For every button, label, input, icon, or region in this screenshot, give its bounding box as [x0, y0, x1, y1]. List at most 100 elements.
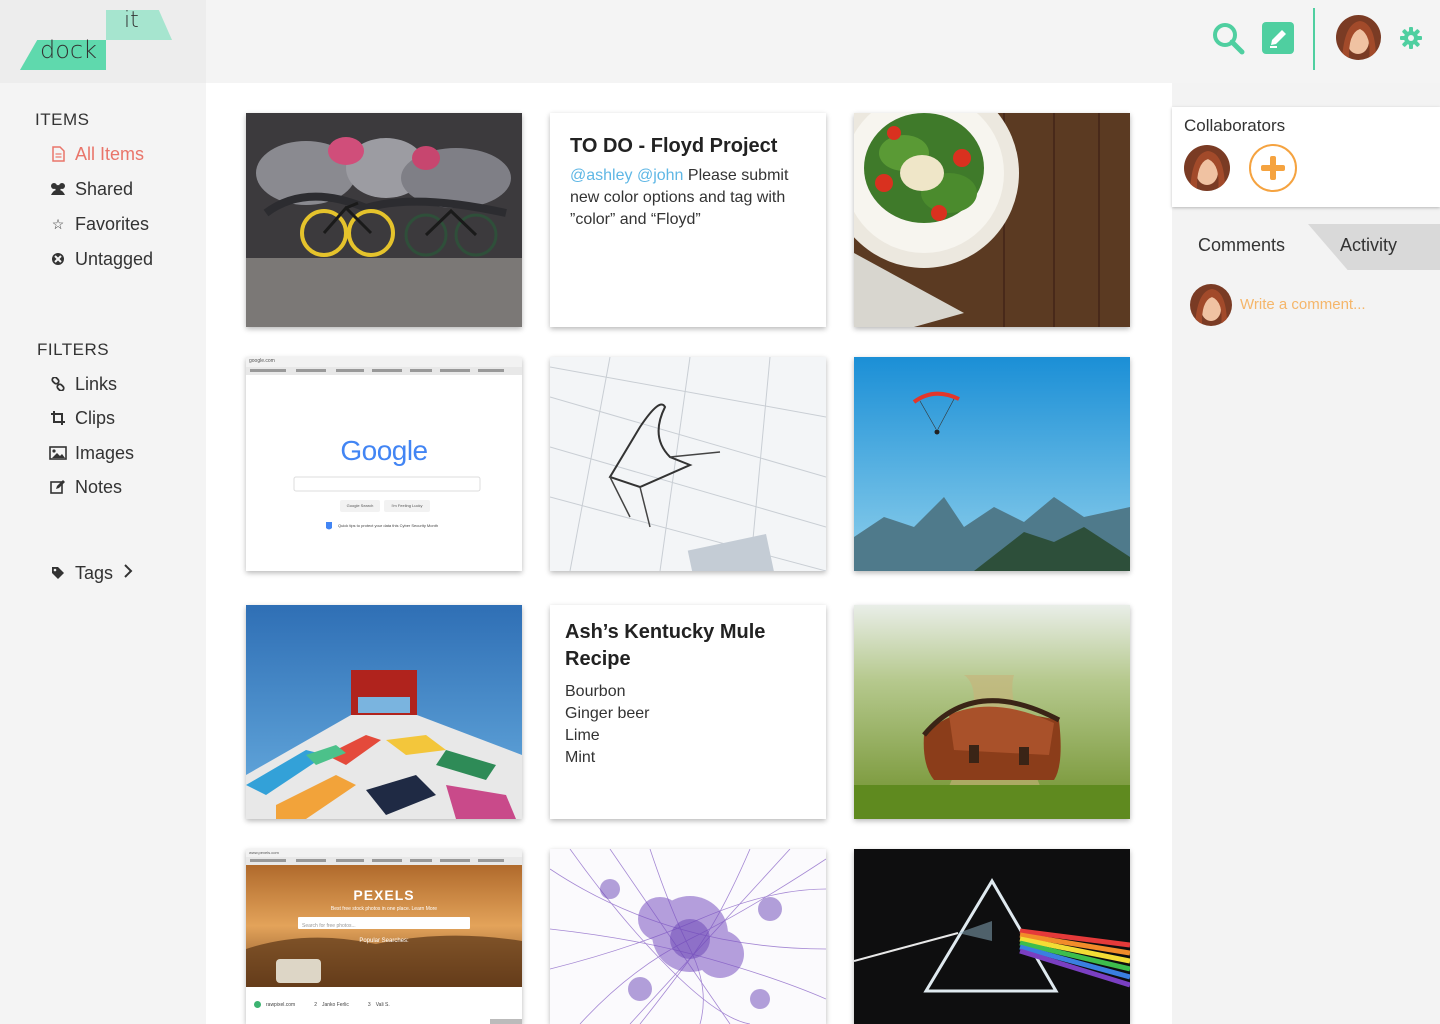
clip-url: www.pexels.com	[249, 850, 279, 855]
image-card-paraglider[interactable]	[854, 357, 1130, 571]
link-icon	[48, 377, 68, 391]
prism-image	[854, 849, 1130, 1024]
footer-text: Vali S.	[375, 1001, 390, 1008]
pexels-tagline: Best free stock photos in one place. Lea…	[246, 906, 522, 912]
image-card-graffiti[interactable]	[246, 113, 522, 327]
sidebar-item-label: Clips	[75, 407, 116, 428]
google-tip: Quick tips to protect your data this Cyb…	[338, 523, 439, 528]
sidebar-item-notes[interactable]: Notes	[48, 474, 122, 500]
google-logo: Google	[246, 435, 522, 467]
sidebar-item-images[interactable]: Images	[48, 440, 134, 466]
ingredient-item: Mint	[565, 749, 596, 766]
star-icon: ☆	[51, 215, 65, 232]
sidebar-item-tags[interactable]: Tags	[48, 560, 133, 586]
logo-text-it: it	[124, 8, 139, 33]
collaborator-avatar[interactable]	[1184, 145, 1230, 191]
sidebar-item-label: Favorites	[75, 213, 150, 234]
gear-icon[interactable]	[1399, 26, 1423, 50]
sidebar-item-label: Untagged	[75, 248, 154, 269]
pexels-tagline-text: Best free stock photos in one place.	[330, 906, 411, 912]
untagged-icon	[48, 252, 68, 266]
ingredient-item: Bourbon	[565, 683, 626, 700]
image-card-sketch[interactable]	[550, 357, 826, 571]
image-card-bag[interactable]	[854, 605, 1130, 819]
leather-bag-image	[854, 605, 1130, 819]
mention-link[interactable]: @john	[637, 167, 684, 184]
commenter-avatar	[1190, 284, 1232, 326]
add-collaborator-button[interactable]	[1249, 144, 1297, 192]
header-divider	[1313, 8, 1315, 70]
google-logo-text: Google	[340, 435, 428, 466]
pexels-footer: rawpixel.com 2 Janko Ferlic 3 Vali S.	[254, 1001, 390, 1008]
logo[interactable]: it dock	[0, 0, 206, 83]
user-avatar[interactable]	[1336, 15, 1381, 60]
search-icon[interactable]	[1210, 20, 1246, 56]
sidebar-item-links[interactable]: Links	[48, 371, 117, 397]
sidebar-item-untagged[interactable]: Untagged	[48, 246, 153, 272]
sidebar-item-label: All Items	[75, 143, 145, 164]
sidebar-item-label: Tags	[75, 562, 114, 583]
note-card-todo[interactable]: TO DO - Floyd Project @ashley @john Plea…	[550, 113, 826, 327]
pencil-square-icon[interactable]	[1262, 22, 1294, 54]
top-bar: it dock	[0, 0, 1440, 83]
salad-image	[854, 113, 1130, 327]
plus-icon	[1261, 156, 1285, 180]
footer-text: 2	[314, 1001, 317, 1008]
note-title: TO DO - Floyd Project	[570, 135, 778, 157]
clip-card-google[interactable]: google.com Google Google Search I'm Feel…	[246, 357, 522, 571]
comment-input[interactable]	[1240, 292, 1430, 316]
sidebar-item-favorites[interactable]: ☆ Favorites	[48, 211, 149, 237]
image-card-building[interactable]	[246, 605, 522, 819]
image-card-salad[interactable]	[854, 113, 1130, 327]
purple-map-image	[550, 849, 826, 1024]
ingredient-item: Ginger beer	[565, 705, 650, 722]
footer-text: 3	[367, 1001, 371, 1008]
chevron-right-icon	[123, 563, 133, 583]
sidebar-item-all-items[interactable]: All Items	[48, 141, 144, 167]
footer-text: rawpixel.com	[266, 1001, 296, 1008]
graffiti-bikes-image	[246, 113, 522, 327]
logo-shape-top	[106, 10, 172, 40]
file-icon	[48, 146, 68, 162]
note-card-recipe[interactable]: Ash’s Kentucky Mule Recipe Bourbon Ginge…	[550, 605, 826, 819]
sidebar-item-shared[interactable]: Shared	[48, 176, 133, 202]
footer-dot	[254, 1001, 261, 1008]
pexels-clip-image	[246, 849, 522, 1024]
architecture-sketch-image	[550, 357, 826, 571]
pexels-logo: PEXELS	[353, 887, 415, 903]
collaborators-box: Collaborators	[1172, 107, 1440, 207]
clip-card-pexels[interactable]: www.pexels.com PEXELS Best free stock ph…	[246, 849, 522, 1024]
collaborators-title: Collaborators	[1184, 116, 1286, 135]
note-body: @ashley @john Please submit new color op…	[570, 165, 806, 231]
colorful-building-image	[246, 605, 522, 819]
sidebar-item-label: Images	[75, 442, 135, 463]
sidebar-item-clips[interactable]: Clips	[48, 405, 115, 431]
pexels-popular-title: Popular Searches:	[359, 938, 409, 944]
sidebar-item-label: Shared	[75, 178, 134, 199]
sidebar-item-label: Links	[75, 373, 118, 394]
tab-comments[interactable]: Comments	[1174, 224, 1334, 270]
clip-url: google.com	[249, 358, 275, 364]
google-search-button: Google Search	[346, 503, 374, 508]
sidebar-item-label: Notes	[75, 476, 123, 497]
tag-icon	[48, 566, 68, 580]
note-title: Ash’s Kentucky Mule Recipe	[565, 621, 766, 670]
image-card-map[interactable]	[550, 849, 826, 1024]
crop-icon	[48, 411, 68, 425]
pexels-tagline-link: Learn More	[411, 906, 438, 912]
feeling-lucky-button: I'm Feeling Lucky	[391, 503, 423, 508]
edit-icon	[48, 479, 68, 495]
ingredient-item: Lime	[565, 727, 600, 744]
footer-text: Janko Ferlic	[321, 1001, 349, 1008]
pexels-search-input: Search for free photos...	[302, 923, 356, 929]
mention-link[interactable]: @ashley	[570, 167, 633, 184]
image-card-prism[interactable]	[854, 849, 1130, 1024]
image-icon	[48, 446, 68, 460]
sidebar: ITEMS All Items Shared ☆ Favorites Untag…	[0, 83, 206, 1024]
paraglider-image	[854, 357, 1130, 571]
items-section-title: ITEMS	[35, 110, 90, 129]
users-icon	[48, 182, 68, 196]
filters-section-title: FILTERS	[37, 340, 110, 359]
ingredient-list: Bourbon Ginger beer Lime Mint	[565, 681, 811, 769]
logo-text-dock: dock	[40, 36, 98, 64]
